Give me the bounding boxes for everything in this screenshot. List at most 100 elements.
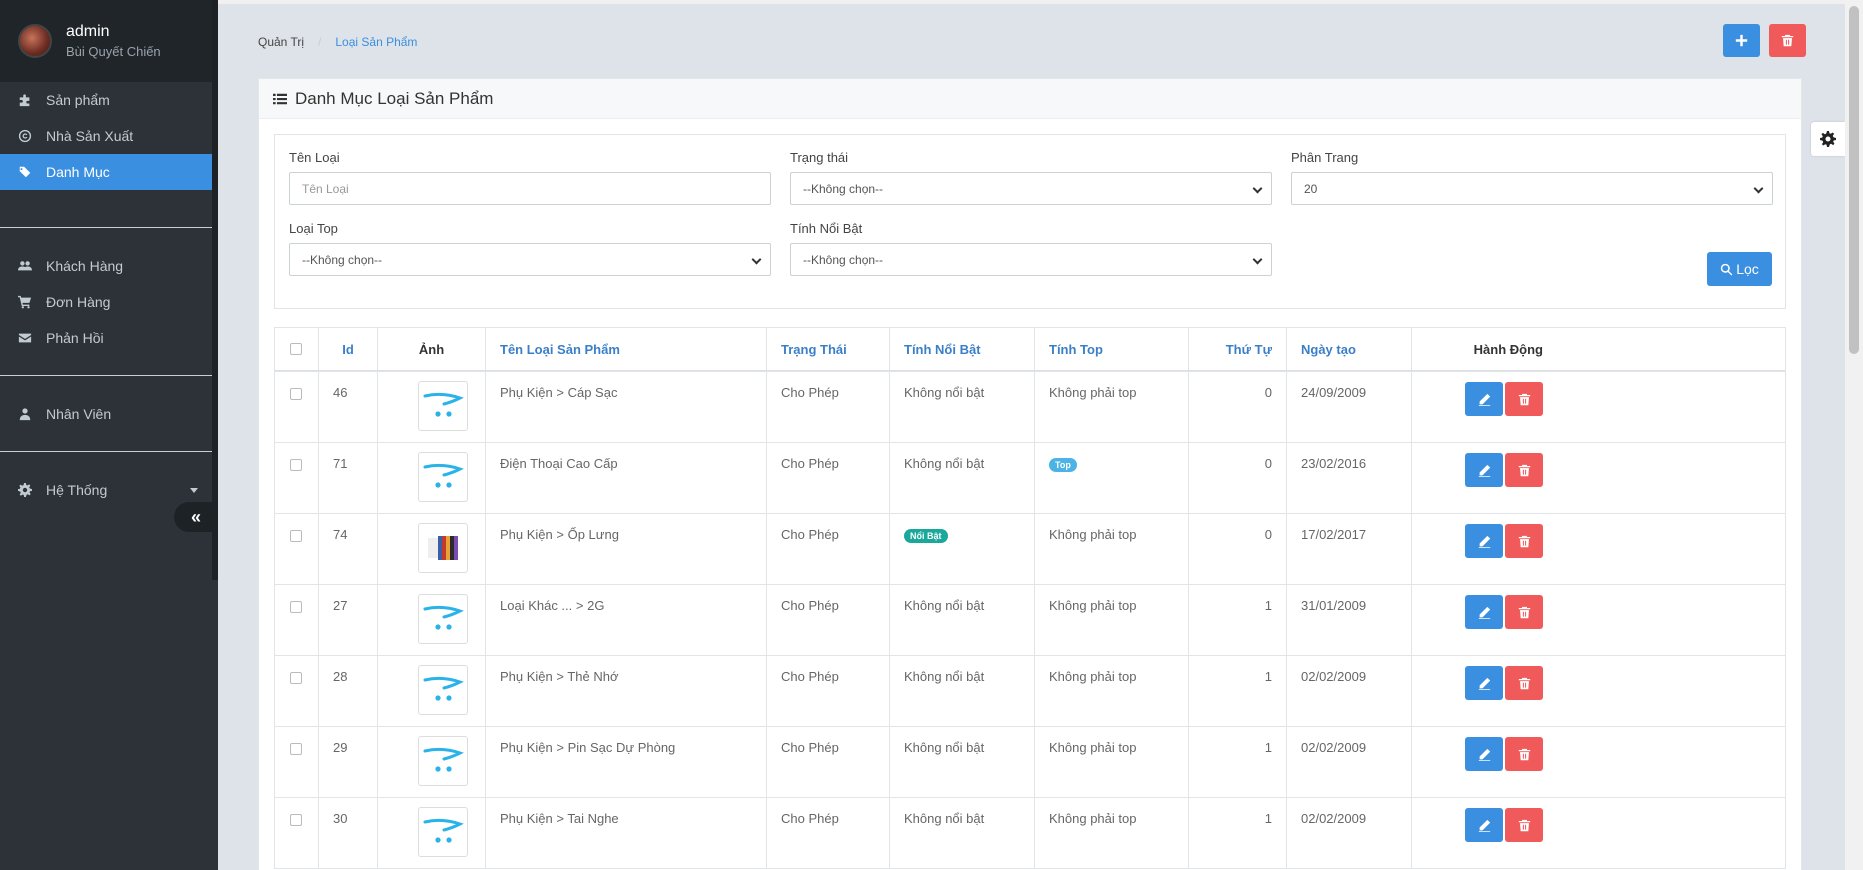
scrollbar-thumb[interactable] bbox=[1849, 6, 1859, 354]
chevron-down-icon bbox=[751, 254, 762, 265]
sidebar-item-products[interactable]: Sản phẩm bbox=[0, 82, 218, 118]
sidebar-item-customers[interactable]: Khách Hàng bbox=[0, 248, 218, 284]
chevron-down-icon bbox=[1252, 254, 1263, 265]
cell-top: Không phải top bbox=[1035, 372, 1189, 442]
delete-button[interactable] bbox=[1505, 453, 1543, 487]
row-checkbox[interactable] bbox=[290, 388, 302, 400]
top-border bbox=[218, 0, 1863, 4]
sidebar-item-label: Hệ Thống bbox=[46, 482, 108, 498]
cell-id: 71 bbox=[319, 443, 378, 513]
cell-name: Phụ Kiện > Pin Sạc Dự Phòng bbox=[486, 727, 767, 797]
status-select[interactable]: --Không chọn-- bbox=[790, 172, 1272, 205]
delete-button[interactable] bbox=[1505, 595, 1543, 629]
sidebar-divider bbox=[0, 227, 218, 228]
cell-status: Cho Phép bbox=[767, 514, 890, 584]
paging-filter-label: Phân Trang bbox=[1291, 150, 1359, 165]
cell-featured: Không nổi bật bbox=[890, 585, 1035, 655]
paging-select[interactable]: 20 bbox=[1291, 172, 1773, 205]
delete-selected-button[interactable] bbox=[1769, 24, 1806, 57]
edit-button[interactable] bbox=[1465, 595, 1503, 629]
cell-order: 1 bbox=[1189, 585, 1287, 655]
sidebar-item-feedback[interactable]: Phản Hồi bbox=[0, 320, 218, 356]
sidebar-collapse-button[interactable]: « bbox=[174, 502, 218, 532]
list-icon bbox=[273, 93, 287, 104]
edit-button[interactable] bbox=[1465, 524, 1503, 558]
trash-icon bbox=[1518, 748, 1530, 760]
edit-button[interactable] bbox=[1465, 453, 1503, 487]
delete-button[interactable] bbox=[1505, 524, 1543, 558]
user-icon bbox=[18, 407, 32, 421]
page-scrollbar[interactable] bbox=[1845, 0, 1863, 870]
row-checkbox[interactable] bbox=[290, 459, 302, 471]
sidebar-edge bbox=[212, 0, 218, 580]
row-checkbox[interactable] bbox=[290, 814, 302, 826]
chevron-down-icon bbox=[1753, 183, 1764, 194]
delete-button[interactable] bbox=[1505, 666, 1543, 700]
header-status[interactable]: Trạng Thái bbox=[767, 328, 890, 370]
cell-id: 28 bbox=[319, 656, 378, 726]
profile-fullname: Bùi Quyết Chiến bbox=[66, 44, 161, 59]
row-checkbox[interactable] bbox=[290, 743, 302, 755]
header-featured[interactable]: Tính Nổi Bật bbox=[890, 328, 1035, 370]
edit-button[interactable] bbox=[1465, 666, 1503, 700]
breadcrumb-current[interactable]: Loại Sản Phẩm bbox=[335, 35, 417, 49]
delete-button[interactable] bbox=[1505, 382, 1543, 416]
main-panel: Danh Mục Loại Sản Phẩm Tên Loại Tên Loại… bbox=[258, 78, 1802, 870]
cell-order: 1 bbox=[1189, 798, 1287, 868]
users-icon bbox=[18, 259, 32, 273]
sidebar-item-categories[interactable]: Danh Mục bbox=[0, 154, 218, 190]
cell-featured: Không nổi bật bbox=[890, 656, 1035, 726]
pencil-icon bbox=[1478, 748, 1490, 761]
trash-icon bbox=[1518, 819, 1530, 831]
delete-button[interactable] bbox=[1505, 737, 1543, 771]
cart-logo-icon bbox=[423, 818, 464, 843]
row-select-cell bbox=[275, 798, 319, 868]
cell-actions bbox=[1412, 656, 1557, 726]
add-button[interactable] bbox=[1723, 24, 1760, 57]
header-actions: Hành Động bbox=[1473, 341, 1543, 357]
cell-actions bbox=[1412, 798, 1557, 868]
pencil-icon bbox=[1478, 677, 1490, 690]
cell-image bbox=[378, 656, 486, 726]
header-id[interactable]: Id bbox=[319, 328, 378, 370]
cell-created: 31/01/2009 bbox=[1287, 585, 1412, 655]
cell-created: 02/02/2009 bbox=[1287, 727, 1412, 797]
top-select[interactable]: --Không chọn-- bbox=[289, 243, 771, 276]
cell-status: Cho Phép bbox=[767, 656, 890, 726]
cell-featured: Không nổi bật bbox=[890, 727, 1035, 797]
pencil-icon bbox=[1478, 393, 1490, 406]
cell-status: Cho Phép bbox=[767, 585, 890, 655]
top-actions bbox=[1723, 24, 1806, 57]
delete-button[interactable] bbox=[1505, 808, 1543, 842]
header-top[interactable]: Tính Top bbox=[1035, 328, 1189, 370]
envelope-icon bbox=[18, 331, 32, 345]
breadcrumb-home[interactable]: Quản Trị bbox=[258, 35, 304, 49]
header-created[interactable]: Ngày tạo bbox=[1287, 328, 1412, 370]
header-order[interactable]: Thứ Tự bbox=[1189, 328, 1287, 370]
edit-button[interactable] bbox=[1465, 737, 1503, 771]
sidebar-item-manufacturers[interactable]: Nhà Sản Xuất bbox=[0, 118, 218, 154]
header-name[interactable]: Tên Loại Sản Phẩm bbox=[486, 328, 767, 370]
edit-button[interactable] bbox=[1465, 808, 1503, 842]
sidebar-item-orders[interactable]: Đơn Hàng bbox=[0, 284, 218, 320]
filter-button[interactable]: Lọc bbox=[1707, 252, 1772, 286]
select-all-checkbox[interactable] bbox=[290, 343, 302, 355]
cell-actions bbox=[1412, 727, 1557, 797]
trash-icon bbox=[1781, 34, 1794, 47]
cell-id: 74 bbox=[319, 514, 378, 584]
row-checkbox[interactable] bbox=[290, 530, 302, 542]
edit-button[interactable] bbox=[1465, 382, 1503, 416]
row-select-cell bbox=[275, 372, 319, 442]
filter-form: Tên Loại Tên Loại Trạng thái --Không chọ… bbox=[274, 134, 1786, 309]
name-filter-input[interactable]: Tên Loại bbox=[289, 172, 771, 205]
sidebar-item-staff[interactable]: Nhân Viên bbox=[0, 396, 218, 432]
puzzle-icon bbox=[18, 93, 32, 107]
settings-toggle[interactable] bbox=[1811, 122, 1845, 156]
row-checkbox[interactable] bbox=[290, 601, 302, 613]
row-checkbox[interactable] bbox=[290, 672, 302, 684]
table-row: 28 Phụ Kiện > Thẻ Nhớ Cho Phép Không nổi… bbox=[275, 655, 1785, 726]
featured-select[interactable]: --Không chọn-- bbox=[790, 243, 1272, 276]
page-title: Danh Mục Loại Sản Phẩm bbox=[295, 88, 494, 108]
category-thumbnail bbox=[418, 736, 468, 786]
cell-order: 0 bbox=[1189, 372, 1287, 442]
